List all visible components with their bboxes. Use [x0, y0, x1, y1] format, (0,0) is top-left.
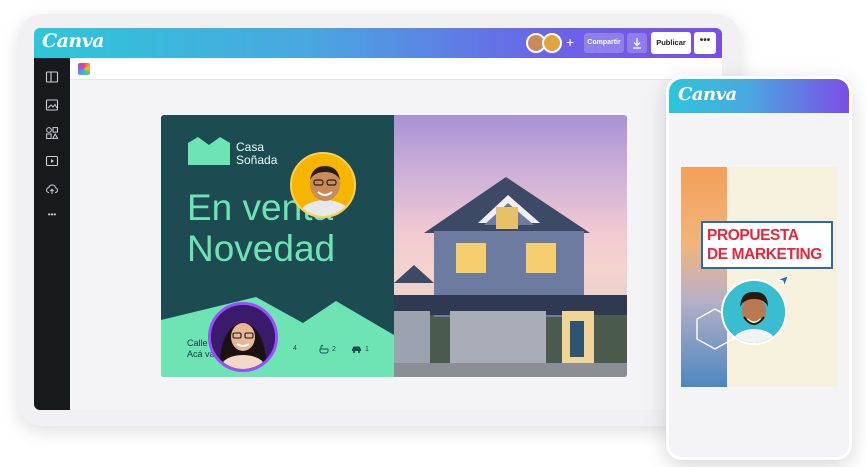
- property-features: 4 2 1: [293, 345, 393, 359]
- badge-line: PROPUESTA: [707, 227, 799, 244]
- download-icon: [633, 38, 641, 49]
- video-icon[interactable]: [45, 154, 59, 168]
- more-options-button[interactable]: •••: [694, 32, 716, 54]
- share-button[interactable]: Compartir: [584, 33, 624, 53]
- bath-icon: [319, 345, 329, 354]
- feature-value: 2: [332, 346, 336, 353]
- editor-toolbar: [70, 58, 722, 80]
- collaborator-cursor: [777, 275, 789, 287]
- collaborator-photo: [290, 152, 356, 218]
- phone-device: Canva PROPUESTA DE MARKETING: [666, 76, 852, 460]
- house-photo: [394, 115, 627, 377]
- editor-sidebar: •••: [34, 58, 70, 410]
- editor-topbar: Canva + Compartir Publicar •••: [34, 28, 722, 58]
- canva-logo[interactable]: Canva: [678, 84, 737, 105]
- feature-baths: 2: [319, 345, 336, 354]
- headline-line: Novedad: [187, 228, 336, 269]
- car-icon: [352, 346, 361, 354]
- collaborator-avatar[interactable]: [542, 33, 562, 53]
- elements-icon[interactable]: [45, 126, 59, 140]
- upload-icon[interactable]: [45, 182, 59, 196]
- badge-line: DE MARKETING: [707, 246, 822, 263]
- feature-value: 1: [365, 346, 369, 353]
- collaborator-avatars[interactable]: [526, 33, 570, 53]
- marketing-scene: Canva + Compartir Publicar ••• ••• Casa …: [0, 0, 866, 467]
- house-logo-icon: [188, 137, 230, 165]
- person-illustration: [723, 281, 785, 343]
- more-apps-icon[interactable]: •••: [45, 208, 59, 222]
- phone-topbar: Canva: [669, 79, 849, 113]
- image-icon[interactable]: [45, 98, 59, 112]
- canva-logo[interactable]: Canva: [42, 30, 105, 52]
- color-picker-swatch[interactable]: [78, 63, 90, 75]
- feature-garage: 1: [351, 345, 369, 354]
- design-headline: En venta Novedad: [187, 187, 394, 269]
- marketing-design[interactable]: PROPUESTA DE MARKETING: [681, 167, 837, 387]
- marketing-title-badge: PROPUESTA DE MARKETING: [701, 221, 833, 269]
- person-illustration: [211, 305, 275, 369]
- add-collaborator-button[interactable]: +: [566, 34, 574, 50]
- feature-value: 4: [293, 345, 297, 352]
- collaborator-photo: [721, 279, 787, 345]
- house-illustration: [394, 177, 627, 377]
- publish-button[interactable]: Publicar: [651, 32, 691, 54]
- panel-icon[interactable]: [45, 70, 59, 84]
- download-button[interactable]: [627, 33, 647, 53]
- sunset-photo-strip: [681, 167, 727, 387]
- feature-beds: 4: [293, 345, 297, 352]
- collaborator-photo: [208, 302, 278, 372]
